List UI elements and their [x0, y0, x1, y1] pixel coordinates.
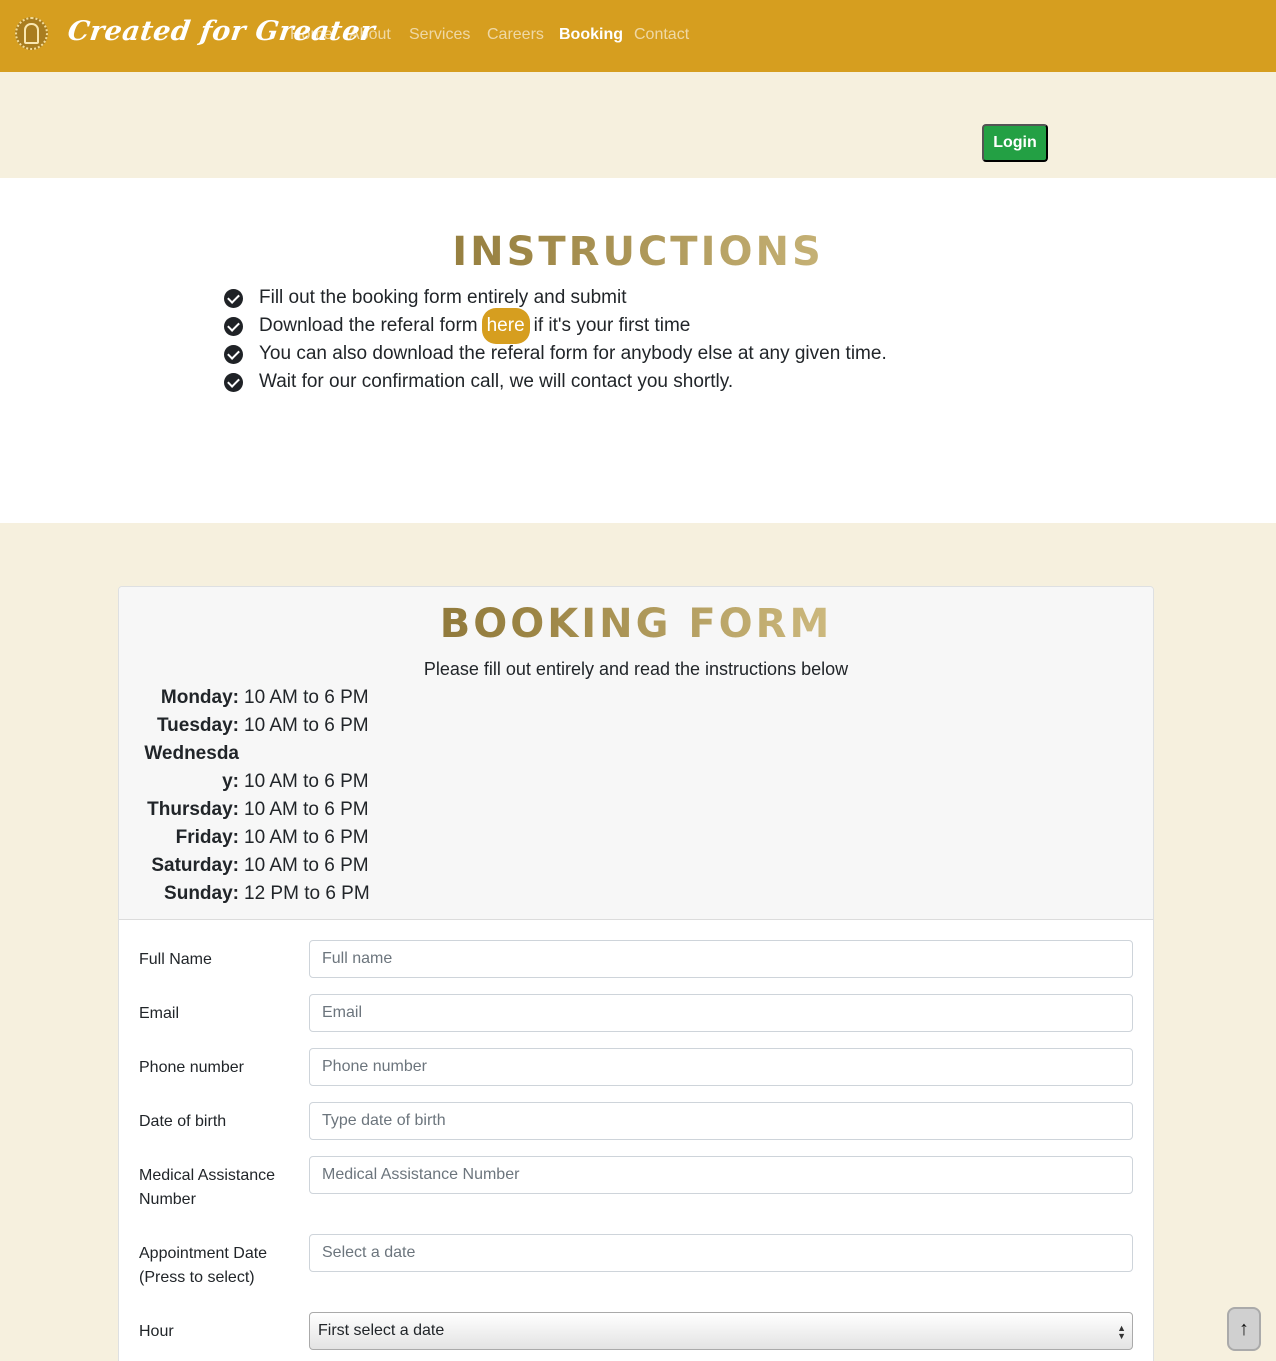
booking-title: BOOKING FORM: [119, 601, 1153, 647]
hours-row: Sunday: 12 PM to 6 PM: [164, 883, 370, 904]
check-circle-icon: [224, 344, 243, 364]
arrow-up-icon: ↑: [1239, 1317, 1249, 1340]
login-button[interactable]: Login: [982, 124, 1048, 162]
section-divider-wave: [0, 498, 1276, 520]
hours-row: Saturday: 10 AM to 6 PM: [151, 855, 369, 876]
navbar: Created for Greater Home About Services …: [0, 0, 1276, 72]
logo-icon[interactable]: [15, 17, 48, 50]
nav-item-booking[interactable]: Booking: [559, 26, 623, 44]
appointment-date-label: Appointment Date (Press to select): [139, 1245, 268, 1286]
opening-hours: Monday: 10 AM to 6 PM Tuesday: 10 AM to 6 …: [143, 684, 370, 908]
hour-select-value: First select a date: [318, 1322, 445, 1339]
instructions-list: Fill out the booking form entirely and s…: [224, 284, 887, 396]
nav-item-services[interactable]: Services: [409, 26, 470, 44]
medical-number-label: Medical Assistance Number: [139, 1167, 276, 1208]
dob-label: Date of birth: [139, 1113, 227, 1130]
email-input[interactable]: [309, 994, 1133, 1032]
list-item: You can also download the referal form f…: [224, 340, 887, 368]
scroll-to-top-button[interactable]: ↑: [1227, 1307, 1261, 1351]
check-circle-icon: [224, 316, 243, 336]
nav-item-careers[interactable]: Careers: [487, 26, 544, 44]
full-name-input[interactable]: [309, 940, 1133, 978]
full-name-label: Full Name: [139, 951, 212, 968]
booking-subtitle: Please fill out entirely and read the in…: [423, 659, 849, 679]
hours-row: Monday: 10 AM to 6 PM: [160, 687, 369, 708]
appointment-date-input[interactable]: [309, 1234, 1133, 1272]
phone-label: Phone number: [139, 1059, 244, 1076]
medical-number-input[interactable]: [309, 1156, 1133, 1194]
phone-input[interactable]: [309, 1048, 1133, 1086]
booking-card: BOOKING FORM Please fill out entirely an…: [118, 586, 1154, 1361]
check-circle-icon: [224, 288, 243, 308]
hour-label: Hour: [139, 1323, 174, 1340]
dob-input[interactable]: [309, 1102, 1133, 1140]
nav-item-contact[interactable]: Contact: [634, 26, 689, 44]
list-item: Download the referal form here if it's y…: [224, 308, 887, 344]
hour-select[interactable]: First select a date ▲ ▼: [309, 1312, 1133, 1350]
email-label: Email: [139, 1005, 180, 1022]
login-band: Login: [0, 72, 1276, 178]
nav-item-about[interactable]: About: [349, 26, 391, 44]
hours-row: Wednesday: 10 AM to 6 PM: [144, 743, 369, 792]
check-circle-icon: [224, 372, 243, 392]
hours-row: Tuesday: 10 AM to 6 PM: [156, 715, 369, 736]
hours-row: Friday: 10 AM to 6 PM: [175, 827, 369, 848]
list-item: Wait for our confirmation call, we will …: [224, 368, 887, 396]
hours-row: Thursday: 10 AM to 6 PM: [147, 799, 369, 820]
list-item: Fill out the booking form entirely and s…: [224, 284, 887, 312]
instructions-title: INSTRUCTIONS: [0, 229, 1276, 275]
nav-item-home[interactable]: Home: [290, 26, 333, 44]
referral-form-download-link[interactable]: here: [481, 308, 530, 344]
booking-card-header: BOOKING FORM Please fill out entirely an…: [119, 587, 1153, 920]
select-arrows-icon: ▲ ▼: [1117, 1323, 1126, 1341]
